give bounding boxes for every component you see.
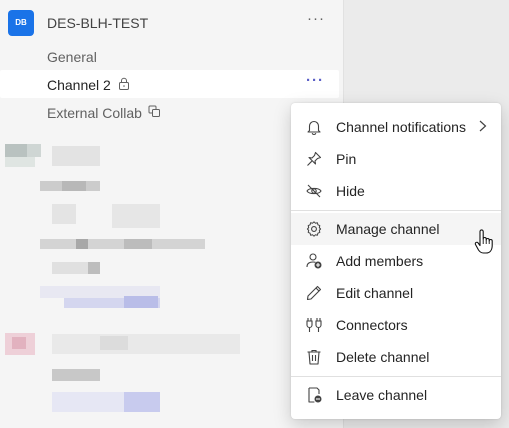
- menu-item-leave-channel[interactable]: Leave channel: [291, 379, 501, 411]
- menu-item-label: Connectors: [336, 317, 408, 333]
- bell-icon: [305, 118, 323, 136]
- team-header[interactable]: DB DES-BLH-TEST ···: [0, 8, 340, 38]
- menu-item-label: Edit channel: [336, 285, 414, 301]
- plug-icon: [305, 316, 323, 334]
- pencil-icon: [305, 284, 323, 302]
- menu-item-label: Leave channel: [336, 387, 428, 403]
- lock-icon: [118, 77, 130, 93]
- gear-icon: [305, 220, 323, 238]
- menu-item-label: Pin: [336, 151, 357, 167]
- channel-more-icon[interactable]: ···: [305, 72, 325, 89]
- eye-off-icon: [305, 182, 323, 200]
- menu-item-channel-notifications[interactable]: Channel notifications: [291, 111, 501, 143]
- chevron-right-icon: [477, 117, 489, 135]
- menu-item-edit-channel[interactable]: Edit channel: [291, 277, 501, 309]
- menu-divider: [291, 376, 501, 377]
- person-add-icon: [305, 252, 323, 270]
- menu-item-hide[interactable]: Hide: [291, 175, 501, 207]
- team-name[interactable]: DES-BLH-TEST: [47, 15, 148, 31]
- menu-item-connectors[interactable]: Connectors: [291, 309, 501, 341]
- menu-item-manage-channel[interactable]: Manage channel: [291, 213, 501, 245]
- leave-icon: [305, 386, 323, 404]
- channel-item-general[interactable]: General: [0, 42, 339, 70]
- menu-item-label: Hide: [336, 183, 365, 199]
- channel-label: Channel 2: [47, 77, 111, 93]
- channel-item-channel-2[interactable]: Channel 2 ···: [0, 70, 339, 98]
- menu-item-pin[interactable]: Pin: [291, 143, 501, 175]
- team-more-icon[interactable]: ···: [306, 10, 326, 34]
- hand-cursor-icon: [474, 229, 494, 255]
- menu-divider: [291, 210, 501, 211]
- channel-label: General: [47, 49, 97, 65]
- shared-channel-icon: [148, 105, 161, 121]
- channel-item-external-collab[interactable]: External Collab: [0, 98, 339, 126]
- menu-item-label: Manage channel: [336, 221, 440, 237]
- channel-label: External Collab: [47, 105, 142, 121]
- menu-item-label: Channel notifications: [336, 119, 466, 135]
- menu-item-add-members[interactable]: Add members: [291, 245, 501, 277]
- trash-icon: [305, 348, 323, 366]
- team-avatar: DB: [8, 10, 34, 36]
- menu-item-label: Delete channel: [336, 349, 430, 365]
- pin-icon: [305, 150, 323, 168]
- menu-item-label: Add members: [336, 253, 424, 269]
- menu-item-delete-channel[interactable]: Delete channel: [291, 341, 501, 373]
- channel-context-menu: Channel notifications Pin Hide Manage ch…: [291, 103, 501, 419]
